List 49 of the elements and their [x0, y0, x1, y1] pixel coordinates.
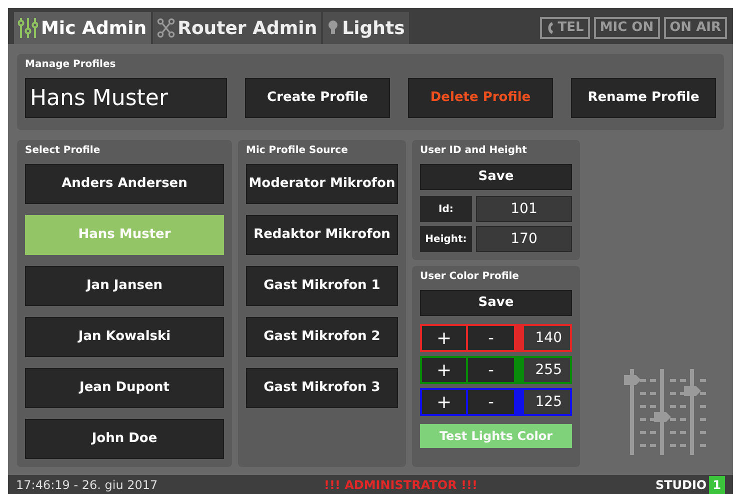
indicator-label: TEL — [558, 19, 584, 38]
color-value: 255 — [524, 358, 570, 382]
panel-title: Manage Profiles — [25, 58, 117, 72]
indicator-label: MIC ON — [600, 19, 654, 38]
plus-button[interactable]: + — [422, 358, 468, 382]
panel-title: User ID and Height — [420, 144, 528, 158]
plus-button[interactable]: + — [422, 326, 468, 350]
minus-button[interactable]: - — [468, 358, 514, 382]
panel-title: Select Profile — [25, 144, 102, 158]
network-icon — [156, 18, 175, 38]
profile-button[interactable]: Create Profile — [245, 78, 390, 118]
color-value: 140 — [524, 326, 570, 350]
studio-label: STUDIO — [655, 476, 707, 494]
studio-number: 1 — [708, 476, 725, 494]
minus-button[interactable]: - — [468, 390, 514, 414]
faders-icon — [622, 369, 708, 455]
mic-source-button[interactable]: Gast Mikrofon 1 — [246, 266, 398, 306]
profile-button[interactable]: Rename Profile — [571, 78, 716, 118]
value-field[interactable]: 170 — [476, 226, 572, 252]
save-button[interactable]: Save — [420, 164, 572, 190]
tab[interactable]: Router Admin — [152, 12, 322, 44]
profile-list-item[interactable]: Jan Kowalski — [25, 317, 224, 357]
indicator-label: ON AIR — [670, 19, 721, 38]
profile-list-item[interactable]: Jean Dupont — [25, 368, 224, 408]
color-value: 125 — [524, 390, 570, 414]
tab[interactable]: Lights — [323, 12, 409, 44]
panel-title: Mic Profile Source — [246, 144, 349, 158]
datetime-text: 17:46:19 - 26. giu 2017 — [16, 476, 159, 494]
field-label: Id: — [420, 196, 472, 222]
field-label: Height: — [420, 226, 472, 252]
mic-source-button[interactable]: Gast Mikrofon 3 — [246, 368, 398, 408]
mic-source-button[interactable]: Redaktor Mikrofon — [246, 215, 398, 255]
panel-title: User Color Profile — [420, 270, 520, 284]
save-button[interactable]: Save — [420, 290, 572, 316]
mic-source-button[interactable]: Gast Mikrofon 2 — [246, 317, 398, 357]
delete-button[interactable]: Delete Profile — [408, 78, 553, 118]
value-field[interactable]: 101 — [476, 196, 572, 222]
profile-name-field[interactable]: Hans Muster — [25, 78, 227, 118]
plus-button[interactable]: + — [422, 390, 468, 414]
phone-icon — [546, 21, 554, 35]
profile-list-item[interactable]: John Doe — [25, 419, 224, 459]
tab[interactable]: Mic Admin — [14, 12, 151, 44]
mic-source-button[interactable]: Moderator Mikrofon — [246, 164, 398, 204]
profile-list-item[interactable]: Anders Andersen — [25, 164, 224, 204]
sliders-icon — [18, 17, 38, 39]
minus-button[interactable]: - — [468, 326, 514, 350]
profile-list-item[interactable]: Jan Jansen — [25, 266, 224, 306]
lightbulb-icon — [327, 19, 340, 37]
role-text: !!! ADMINISTRATOR !!! — [323, 476, 478, 494]
